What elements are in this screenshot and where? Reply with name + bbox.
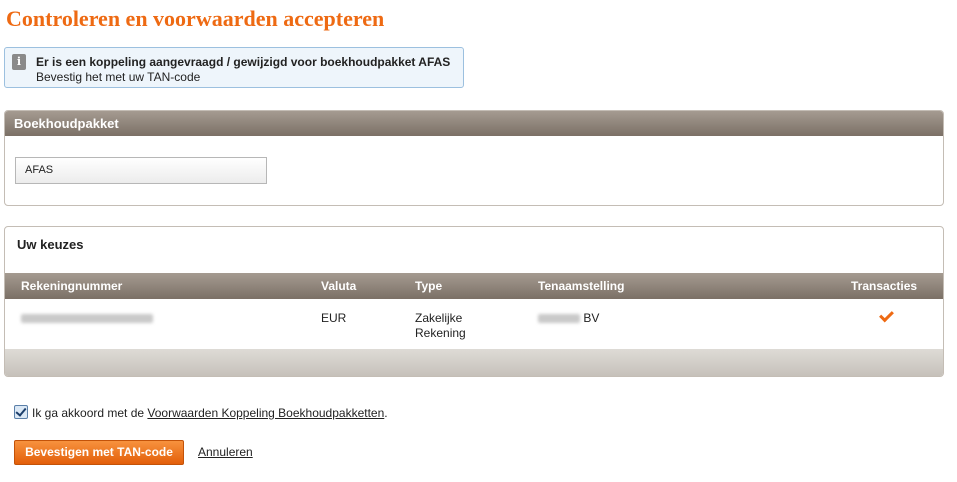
- confirm-tan-button[interactable]: Bevestigen met TAN-code: [14, 440, 184, 465]
- page-title: Controleren en voorwaarden accepteren: [6, 6, 385, 31]
- choices-panel: Uw keuzes Rekeningnummer Valuta Type Ten…: [4, 226, 944, 377]
- column-header-type: Type: [415, 279, 443, 293]
- notice-message: Er is een koppeling aangevraagd / gewijz…: [36, 55, 451, 69]
- cell-type-line1: Zakelijke: [415, 311, 463, 325]
- cell-tenaamstelling-suffix: BV: [583, 311, 600, 325]
- cell-valuta: EUR: [321, 311, 347, 325]
- name-redacted: [538, 314, 580, 324]
- table-header: Rekeningnummer Valuta Type Tenaamstellin…: [5, 273, 943, 299]
- checkmark-icon: [879, 307, 894, 323]
- column-header-rekeningnummer: Rekeningnummer: [21, 279, 123, 293]
- cell-tenaamstelling: BV: [538, 311, 599, 326]
- agreement-prefix: Ik ga akkoord met de: [32, 406, 145, 420]
- terms-link[interactable]: Voorwaarden Koppeling Boekhoudpakketten: [147, 406, 384, 420]
- agreement-text: Ik ga akkoord met de Voorwaarden Koppeli…: [32, 406, 388, 420]
- cell-type-line2: Rekening: [415, 326, 466, 340]
- choices-heading: Uw keuzes: [17, 237, 84, 252]
- column-header-transacties: Transacties: [851, 279, 918, 293]
- notice-instruction: Bevestig het met uw TAN-code: [36, 70, 201, 84]
- column-header-tenaamstelling: Tenaamstelling: [538, 279, 625, 293]
- table-footer: [5, 349, 943, 376]
- package-panel: Boekhoudpakket AFAS: [4, 110, 944, 206]
- package-field: AFAS: [15, 157, 267, 184]
- column-header-valuta: Valuta: [321, 279, 357, 293]
- agreement-checkbox[interactable]: [14, 405, 28, 419]
- account-number-redacted: [21, 311, 153, 326]
- info-icon: i: [12, 54, 26, 70]
- agreement-suffix: .: [384, 406, 388, 420]
- info-notice: i Er is een koppeling aangevraagd / gewi…: [4, 47, 464, 88]
- table-row: EUR Zakelijke Rekening BV: [5, 299, 943, 349]
- cancel-link[interactable]: Annuleren: [198, 445, 253, 459]
- cell-type: Zakelijke Rekening: [415, 311, 466, 341]
- package-panel-heading: Boekhoudpakket: [5, 111, 943, 136]
